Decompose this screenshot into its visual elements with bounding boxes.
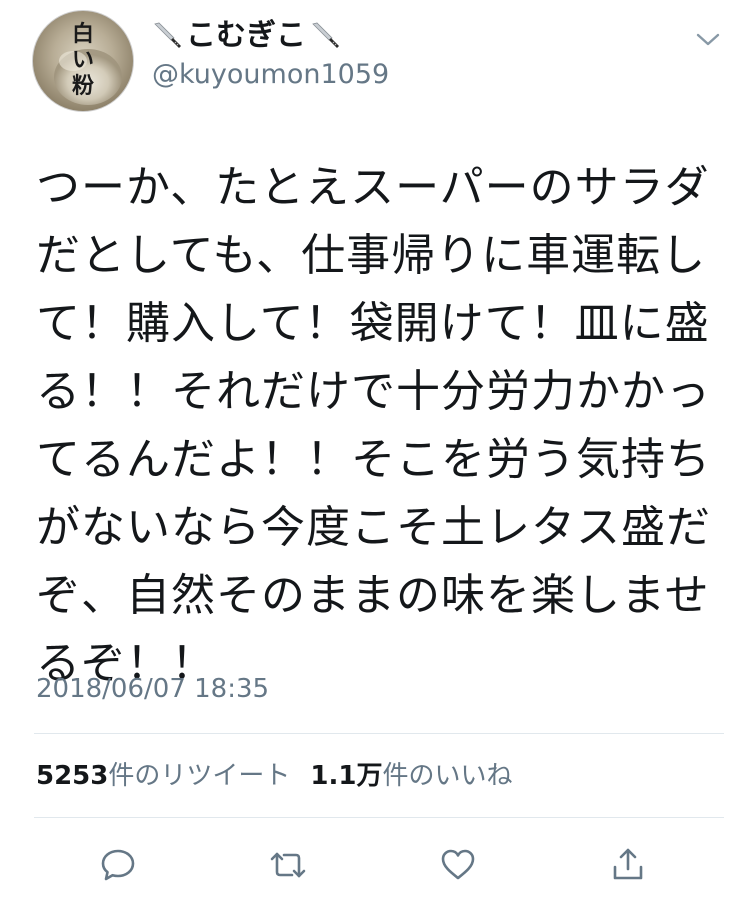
heart-icon	[441, 849, 475, 880]
kitchen-knife-icon	[312, 22, 339, 48]
like-label[interactable]: 件のいいね	[382, 756, 512, 796]
share-button[interactable]	[606, 843, 650, 887]
user-handle[interactable]: @kuyoumon1059	[152, 58, 389, 92]
reply-icon	[101, 849, 135, 881]
retweet-label[interactable]: 件のリツイート	[108, 756, 290, 796]
display-name[interactable]: こむぎこ	[186, 16, 306, 56]
reply-button[interactable]	[96, 843, 140, 887]
avatar[interactable]: 白 い 粉	[32, 10, 134, 112]
share-icon	[613, 848, 643, 880]
retweet-button[interactable]	[266, 843, 310, 887]
kitchen-knife-icon	[154, 22, 181, 48]
tweet-stats: 5253 件のリツイート 1.1万 件のいいね	[36, 756, 532, 796]
action-bar	[0, 835, 750, 895]
retweet-icon	[270, 852, 306, 878]
name-row[interactable]: こむぎこ	[152, 16, 340, 56]
tweet-text: つーか、たとえスーパーのサラダだとしても、仕事帰りに車運転して！購入して！袋開け…	[36, 162, 711, 689]
tweet: 白 い 粉 こむぎこ @kuyoumon1059 つーか、たとえスーパーのサラダ…	[0, 0, 750, 910]
retweet-count[interactable]: 5253	[36, 756, 108, 796]
divider	[34, 733, 724, 734]
avatar-text: 白 い 粉	[71, 21, 94, 99]
chevron-down-icon[interactable]	[694, 28, 722, 50]
like-button[interactable]	[436, 843, 480, 887]
tweet-timestamp[interactable]: 2018/06/07 18:35	[36, 671, 269, 707]
divider	[34, 817, 724, 818]
like-count[interactable]: 1.1万	[310, 756, 382, 796]
